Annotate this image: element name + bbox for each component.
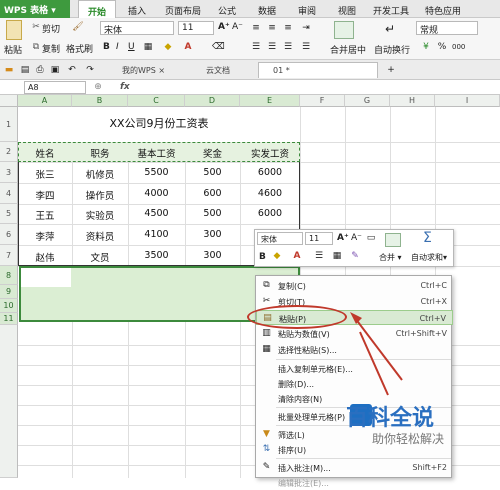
arrow-head [350, 312, 362, 324]
watermark-subtitle: 助你轻松解决 [372, 432, 445, 446]
arrow-line [354, 317, 403, 381]
watermark-title: 百科全说 [346, 406, 435, 431]
menu-item-label: 编辑批注(E)... [278, 479, 329, 488]
watermark: 百科全说 助你轻松解决 [346, 400, 500, 455]
